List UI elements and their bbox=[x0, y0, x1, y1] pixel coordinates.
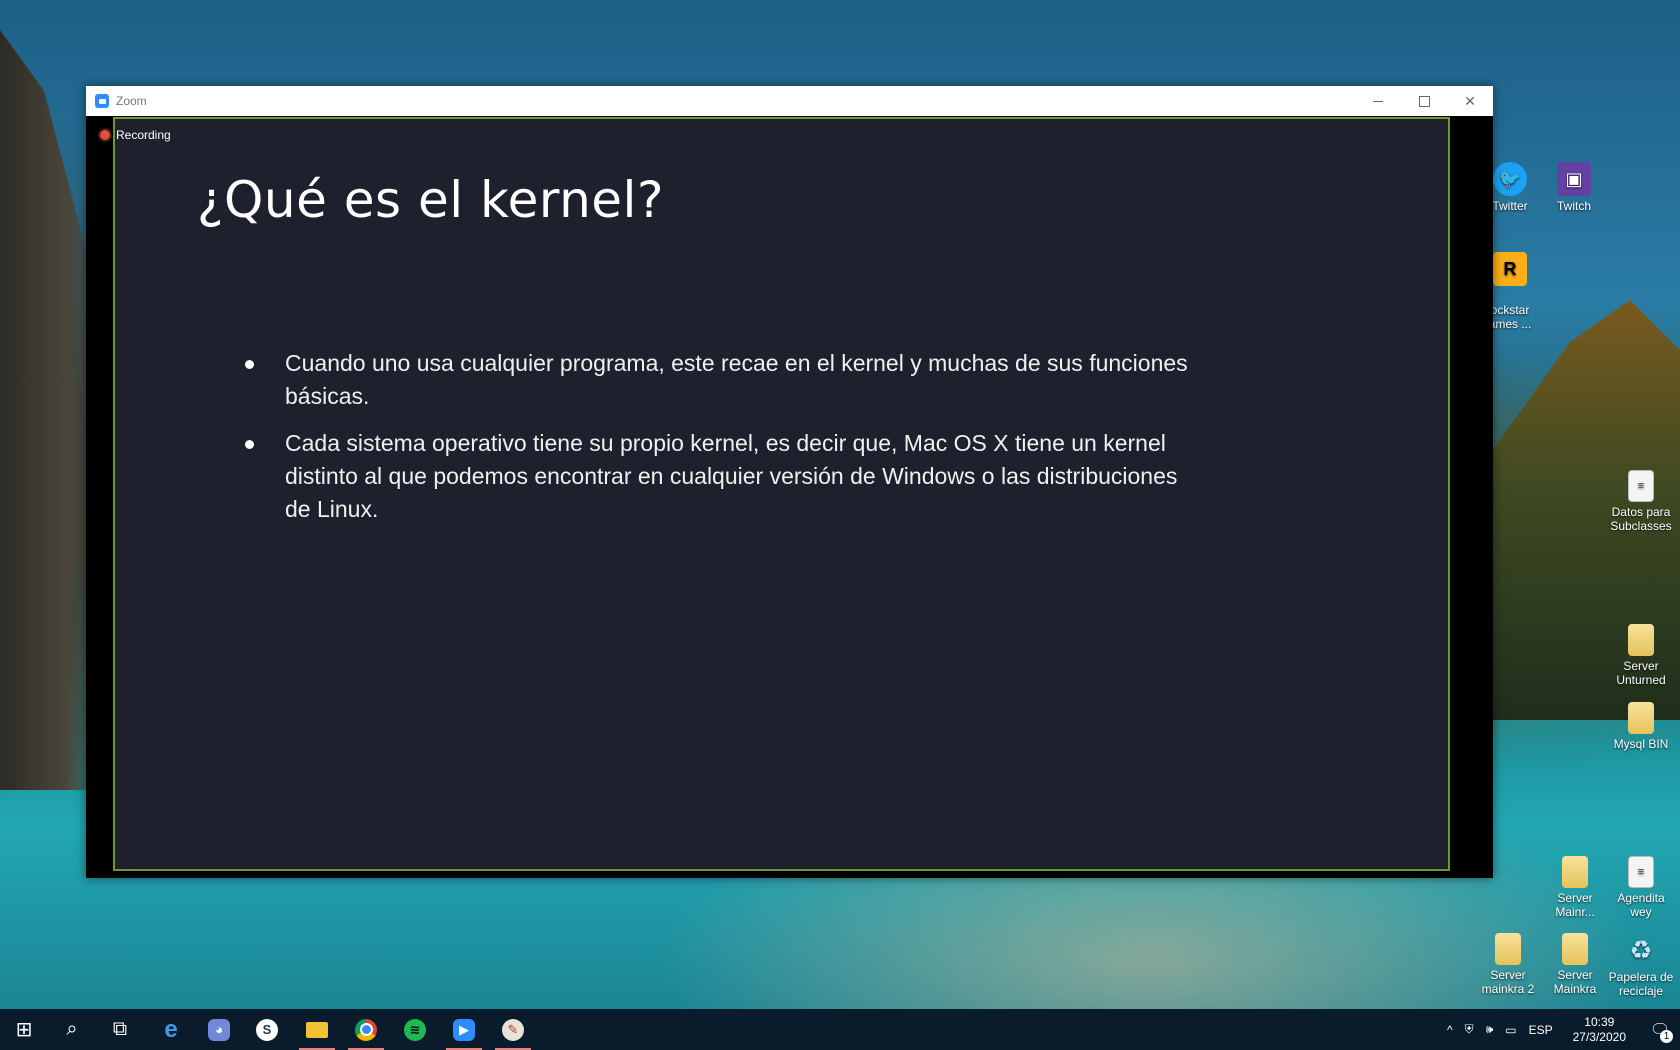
desktop-icon-datos-para-subclasses[interactable]: ≡ Datos para Subclasses bbox=[1607, 470, 1675, 533]
folder-icon bbox=[1628, 624, 1654, 656]
document-icon: ≡ bbox=[1628, 856, 1654, 888]
desktop-icon-agendita-wey[interactable]: ≡ Agendita wey bbox=[1607, 856, 1675, 919]
edge-icon: e bbox=[164, 1015, 178, 1043]
desktop-icon-mysql-bin[interactable]: Mysql BIN bbox=[1607, 702, 1675, 751]
desktop-icon-label: Server mainkra 2 bbox=[1481, 968, 1535, 996]
slide-bullet: Cada sistema operativo tiene su propio k… bbox=[245, 427, 1205, 526]
close-button[interactable]: ✕ bbox=[1447, 86, 1493, 116]
desktop-icon-server-mainkra[interactable]: Server Mainkra bbox=[1541, 933, 1609, 996]
document-icon: ≡ bbox=[1628, 470, 1654, 502]
clock-time: 10:39 bbox=[1584, 1014, 1615, 1029]
folder-icon bbox=[306, 1021, 328, 1038]
recycle-bin-icon: ♻ bbox=[1629, 935, 1653, 965]
twitter-icon: 🐦 bbox=[1493, 162, 1527, 196]
spotify-icon: ≋ bbox=[404, 1018, 426, 1041]
task-view-button[interactable]: ⧉ bbox=[96, 1009, 144, 1050]
zoom-window[interactable]: Zoom ✕ Recording ¿Qué es el kernel? Cuan… bbox=[86, 86, 1493, 878]
desktop-icon-label: Server Mainr... bbox=[1555, 891, 1595, 919]
notification-count-badge: 1 bbox=[1660, 1030, 1673, 1043]
folder-icon bbox=[1562, 933, 1588, 965]
folder-icon bbox=[1628, 702, 1654, 734]
system-tray: ^ ⛨ 🕪 ▭ ESP 10:39 27/3/2020 🗨 1 bbox=[1441, 1009, 1680, 1050]
desktop-icon-twitch[interactable]: ▣ Twitch bbox=[1540, 162, 1608, 213]
bullet-dot-icon bbox=[245, 440, 254, 449]
close-icon: ✕ bbox=[1464, 92, 1476, 109]
twitch-icon: ▣ bbox=[1557, 162, 1591, 196]
shared-screen: Recording ¿Qué es el kernel? Cuando uno … bbox=[100, 117, 1450, 871]
recording-dot-icon bbox=[100, 130, 110, 140]
start-button[interactable]: ⊞ bbox=[0, 1009, 48, 1050]
minimize-icon bbox=[1373, 100, 1383, 102]
taskbar-app-edge[interactable]: e bbox=[147, 1009, 195, 1050]
desktop-icon-label: Mysql BIN bbox=[1613, 737, 1669, 751]
discord-icon: ◕ bbox=[208, 1018, 230, 1041]
desktop-icon-label: Server Unturned bbox=[1616, 659, 1666, 687]
taskbar-app-steam[interactable]: S bbox=[243, 1009, 291, 1050]
zoom-icon: ▶ bbox=[453, 1018, 475, 1041]
desktop-icon-label: Server Mainkra bbox=[1553, 968, 1597, 996]
desktop-icon-label: Papelera de reciclaje bbox=[1608, 970, 1674, 998]
taskbar-app-paint[interactable]: ✎ bbox=[489, 1009, 537, 1050]
bullet-dot-icon bbox=[245, 360, 254, 369]
steam-icon: S bbox=[256, 1018, 278, 1041]
zoom-app-icon bbox=[95, 94, 109, 108]
folder-icon bbox=[1495, 933, 1521, 965]
taskbar-app-spotify[interactable]: ≋ bbox=[391, 1009, 439, 1050]
action-center-button[interactable]: 🗨 1 bbox=[1640, 1009, 1680, 1050]
minimize-button[interactable] bbox=[1355, 86, 1401, 116]
taskbar-app-discord[interactable]: ◕ bbox=[195, 1009, 243, 1050]
slide-bullet-text: Cada sistema operativo tiene su propio k… bbox=[285, 430, 1178, 522]
paint-icon: ✎ bbox=[502, 1018, 524, 1041]
slide-title: ¿Qué es el kernel? bbox=[197, 171, 664, 229]
windows-start-icon: ⊞ bbox=[15, 1019, 33, 1041]
slide-bullet: Cuando uno usa cualquier programa, este … bbox=[245, 347, 1205, 413]
folder-icon bbox=[1562, 856, 1588, 888]
security-shield-icon[interactable]: ⛨ bbox=[1459, 1022, 1480, 1037]
show-hidden-icons-chevron-icon[interactable]: ^ bbox=[1441, 1023, 1459, 1037]
slide-bullet-list: Cuando uno usa cualquier programa, este … bbox=[245, 347, 1205, 540]
desktop-icon-label: Datos para Subclasses bbox=[1610, 505, 1672, 533]
recording-label: Recording bbox=[116, 128, 171, 142]
desktop-icon-server-mainr[interactable]: Server Mainr... bbox=[1541, 856, 1609, 919]
volume-icon[interactable]: 🕪 bbox=[1480, 1022, 1500, 1037]
taskbar: ⊞ ⌕ ⧉ e ◕ S ≋ ▶ ✎ ^ ⛨ 🕪 ▭ ESP 10:39 27/3… bbox=[0, 1009, 1680, 1050]
clock-date: 27/3/2020 bbox=[1572, 1029, 1626, 1044]
taskbar-app-zoom[interactable]: ▶ bbox=[440, 1009, 488, 1050]
desktop-icon-server-unturned[interactable]: Server Unturned bbox=[1607, 624, 1675, 687]
window-titlebar[interactable]: Zoom ✕ bbox=[86, 86, 1493, 116]
maximize-icon bbox=[1418, 95, 1430, 107]
desktop-icon-recycle-bin[interactable]: ♻ Papelera de reciclaje bbox=[1607, 933, 1675, 998]
taskbar-app-file-explorer[interactable] bbox=[293, 1009, 341, 1050]
recording-indicator[interactable]: Recording bbox=[100, 128, 171, 142]
language-indicator[interactable]: ESP bbox=[1523, 1023, 1559, 1037]
clock[interactable]: 10:39 27/3/2020 bbox=[1559, 1015, 1640, 1045]
slide-bullet-text: Cuando uno usa cualquier programa, este … bbox=[285, 350, 1188, 409]
search-icon: ⌕ bbox=[66, 1018, 78, 1040]
desktop-icon-server-mainkra-2[interactable]: Server mainkra 2 bbox=[1474, 933, 1542, 996]
desktop-icon-label: Twitch bbox=[1556, 199, 1591, 213]
window-title: Zoom bbox=[116, 94, 147, 108]
network-icon[interactable]: ▭ bbox=[1499, 1023, 1522, 1037]
desktop-icon-label: Agendita wey bbox=[1617, 891, 1665, 919]
chrome-icon bbox=[355, 1018, 377, 1041]
task-view-icon: ⧉ bbox=[112, 1018, 128, 1040]
search-button[interactable]: ⌕ bbox=[48, 1009, 96, 1050]
rockstar-icon: R bbox=[1493, 252, 1527, 286]
taskbar-app-chrome[interactable] bbox=[342, 1009, 390, 1050]
maximize-button[interactable] bbox=[1401, 86, 1447, 116]
